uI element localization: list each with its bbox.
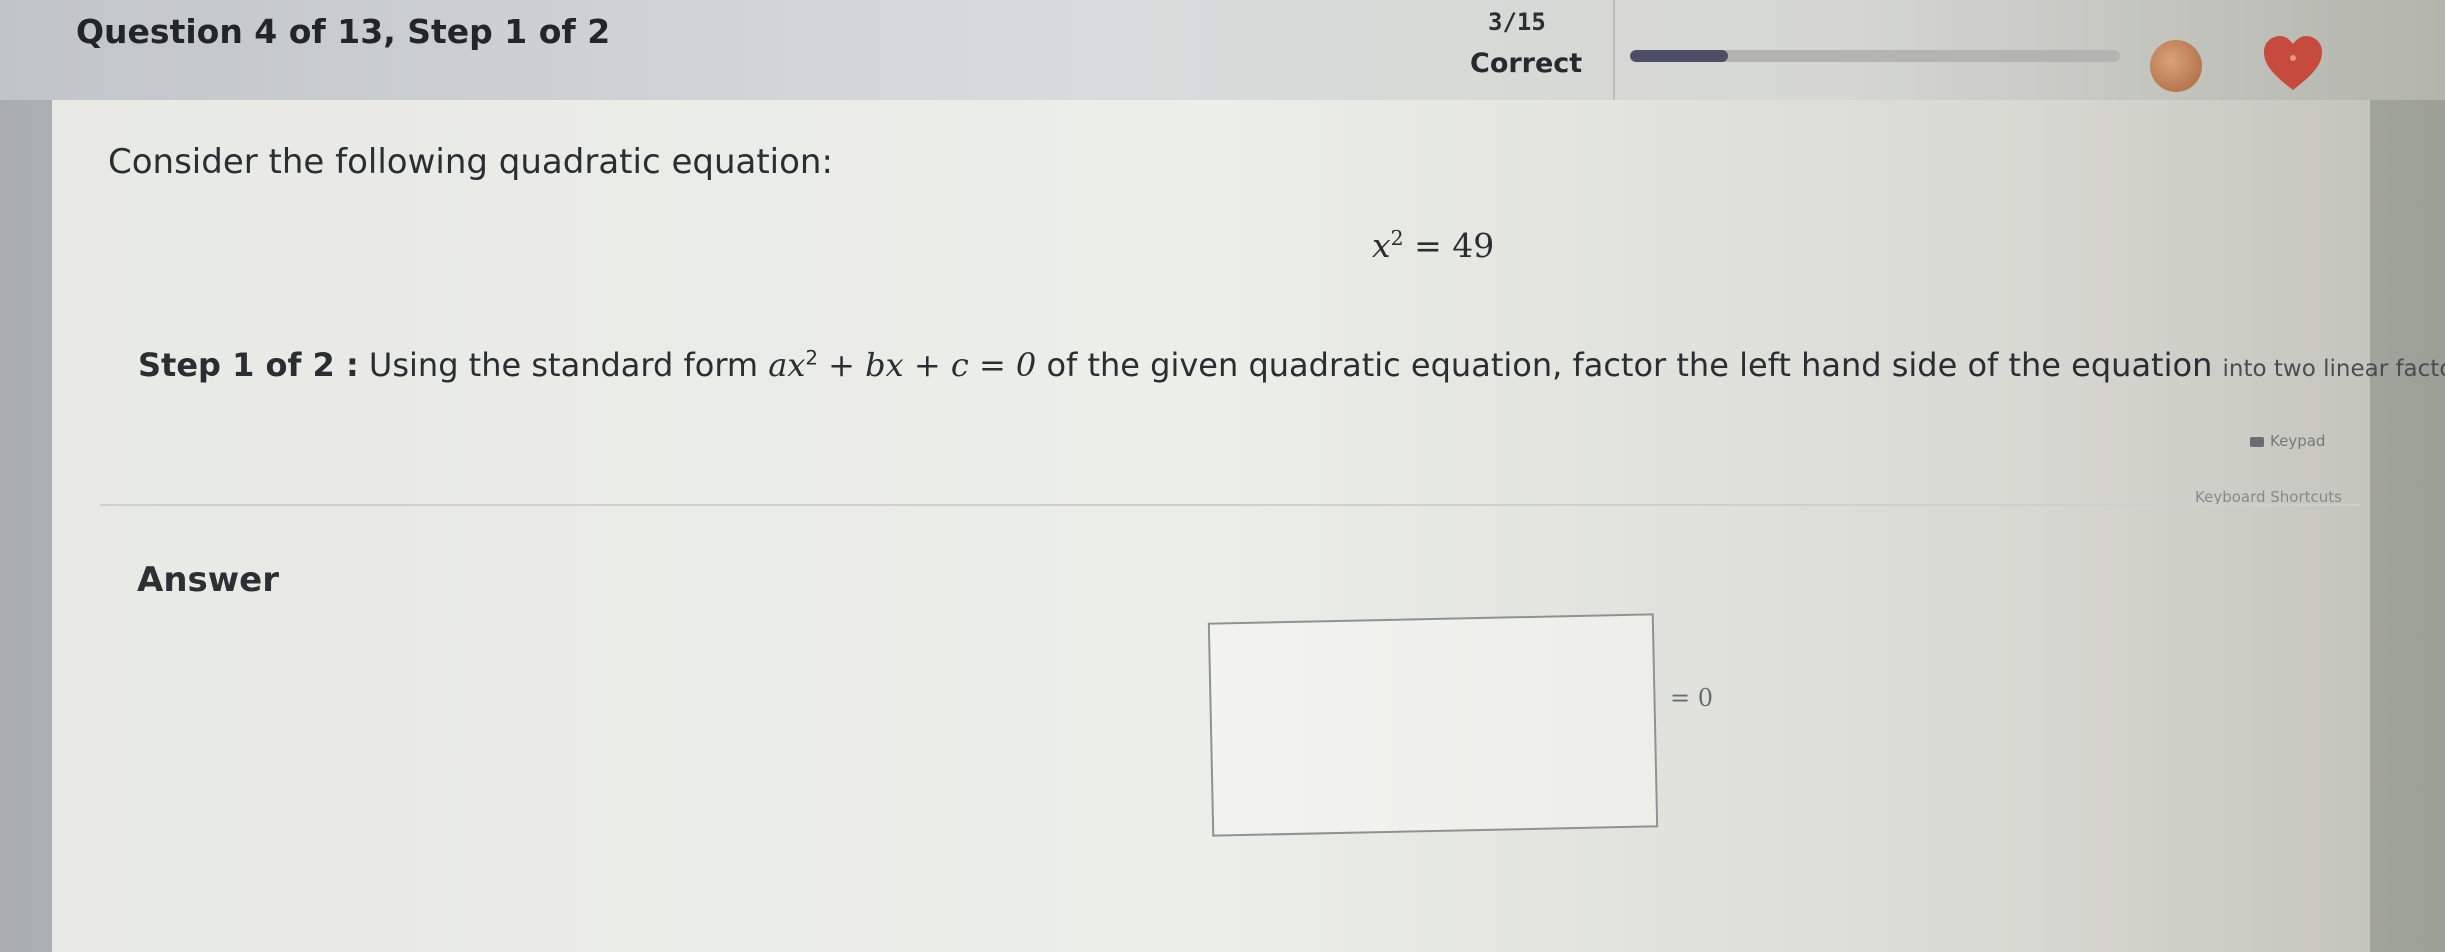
- header-divider: [1613, 0, 1615, 100]
- equation-variable: x: [1372, 226, 1391, 265]
- step-text-after: of the given quadratic equation, factor …: [1036, 346, 2223, 384]
- problem-intro: Consider the following quadratic equatio…: [108, 142, 833, 182]
- equation-exponent: 2: [1390, 226, 1404, 250]
- section-divider: [100, 504, 2360, 506]
- standard-form-a: ax: [768, 346, 806, 384]
- header-bar: Question 4 of 13, Step 1 of 2 3/15 Corre…: [0, 0, 2445, 100]
- step-label: Step 1 of 2 :: [138, 346, 359, 384]
- progress-bar: [1630, 50, 2120, 62]
- status-label: Correct: [1470, 48, 1583, 79]
- heart-icon[interactable]: [2262, 34, 2324, 94]
- step-instruction: Step 1 of 2 : Using the standard form ax…: [138, 346, 2445, 384]
- step-text-tail: into two linear factors.: [2222, 356, 2445, 382]
- keypad-icon: [2250, 436, 2264, 447]
- question-title: Question 4 of 13, Step 1 of 2: [76, 12, 611, 51]
- answer-input[interactable]: [1207, 613, 1659, 837]
- keypad-toggle[interactable]: Keypad: [2250, 432, 2325, 450]
- given-equation: x2 = 49: [1372, 226, 1494, 265]
- answer-label: Answer: [137, 560, 279, 600]
- equals-zero: = 0: [1670, 684, 1714, 712]
- score-counter: 3/15: [1488, 8, 1546, 36]
- progress-fill: [1630, 50, 1728, 62]
- step-text-before: Using the standard form: [358, 346, 769, 384]
- keypad-label: Keypad: [2270, 432, 2326, 450]
- question-panel: [52, 100, 2370, 952]
- coin-icon[interactable]: [2150, 40, 2202, 92]
- standard-form-rest: + bx + c = 0: [818, 346, 1037, 384]
- equation-rest: = 49: [1403, 226, 1495, 265]
- standard-form-exponent: 2: [805, 346, 818, 370]
